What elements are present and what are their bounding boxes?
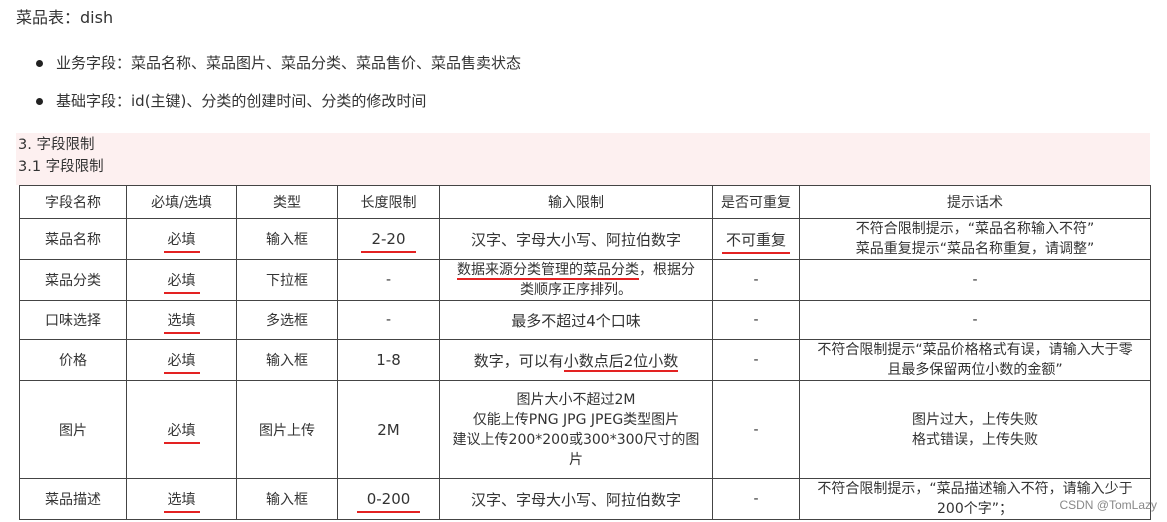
column-header: 字段名称	[19, 185, 127, 219]
field-name-cell: 价格	[19, 339, 127, 381]
column-header: 必填/选填	[126, 185, 237, 219]
table-row: 菜品名称 必填 输入框 2-20 汉字、字母大小写、阿拉伯数字 不可重复 不符合…	[19, 218, 1151, 260]
type-cell: 输入框	[236, 339, 338, 381]
table-row: 菜品描述 选填 输入框 0-200 汉字、字母大小写、阿拉伯数字 - 不符合限制…	[19, 478, 1151, 520]
field-name-cell: 图片	[19, 380, 127, 479]
repeat-cell: -	[712, 380, 800, 479]
hint-line: 格式错误，上传失败	[912, 431, 1038, 448]
required-cell: 选填	[126, 300, 237, 340]
type-cell: 输入框	[236, 218, 338, 260]
input-limit-cell: 汉字、字母大小写、阿拉伯数字	[439, 478, 713, 520]
input-limit-cell: 图片大小不超过2M 仅能上传PNG JPG JPEG类型图片 建议上传200*2…	[439, 380, 713, 479]
input-text: 数字，可以有	[473, 351, 564, 370]
repeat-value: 不可重复	[721, 230, 790, 254]
section-heading: 3. 字段限制	[18, 137, 95, 153]
repeat-cell: -	[712, 339, 800, 381]
hint-cell: -	[799, 300, 1151, 340]
field-name-cell: 菜品分类	[19, 259, 127, 301]
repeat-cell: 不可重复	[712, 218, 800, 260]
underlined-text: 小数点后2位小数	[563, 351, 679, 372]
input-line: 图片大小不超过2M	[516, 391, 636, 408]
subsection-heading: 3.1 字段限制	[18, 159, 104, 175]
input-limit-cell: 汉字、字母大小写、阿拉伯数字	[439, 218, 713, 260]
type-cell: 多选框	[236, 300, 338, 340]
underlined-text: 数据来源分类管理的菜品分类	[457, 262, 639, 280]
field-name-cell: 菜品描述	[19, 478, 127, 520]
hint-cell: 不符合限制提示“菜品价格格式有误，请输入大于零 且最多保留两位小数的金额”	[799, 339, 1151, 381]
column-header: 类型	[236, 185, 338, 219]
hint-cell: -	[799, 259, 1151, 301]
required-cell: 必填	[126, 218, 237, 260]
hint-line: 且最多保留两位小数的金额”	[887, 362, 1063, 378]
table-row: 图片 必填 图片上传 2M 图片大小不超过2M 仅能上传PNG JPG JPEG…	[19, 380, 1151, 479]
field-name-cell: 菜品名称	[19, 218, 127, 260]
list-item: 业务字段：菜品名称、菜品图片、菜品分类、菜品售价、菜品售卖状态	[36, 50, 521, 88]
input-line: 仅能上传PNG JPG JPEG类型图片	[472, 411, 680, 428]
column-header: 长度限制	[337, 185, 440, 219]
type-cell: 图片上传	[236, 380, 338, 479]
required-value: 必填	[163, 422, 200, 444]
input-limit-cell: 数字，可以有小数点后2位小数	[439, 339, 713, 381]
hint-line: 不符合限制提示，“菜品名称输入不符”	[855, 221, 1095, 237]
length-cell: -	[337, 300, 440, 340]
required-value: 必填	[163, 353, 200, 374]
length-cell: 2-20	[337, 218, 440, 260]
required-cell: 必填	[126, 339, 237, 381]
required-value: 选填	[163, 492, 200, 513]
length-cell: 0-200	[337, 478, 440, 520]
page-title: 菜品表：dish	[16, 8, 114, 27]
hint-line: 不符合限制提示，“菜品描述输入不符，请输入少于	[817, 481, 1133, 497]
hint-line: 不符合限制提示“菜品价格格式有误，请输入大于零	[817, 342, 1133, 358]
required-cell: 选填	[126, 478, 237, 520]
type-cell: 下拉框	[236, 259, 338, 301]
length-cell: 2M	[337, 380, 440, 479]
table-row: 口味选择 选填 多选框 - 最多不超过4个口味 - -	[19, 300, 1151, 340]
input-limit-cell: 最多不超过4个口味	[439, 300, 713, 340]
length-value: 2-20	[361, 230, 416, 253]
watermark: CSDN @TomLazy	[1059, 498, 1157, 512]
required-value: 必填	[163, 273, 200, 294]
column-header: 输入限制	[439, 185, 713, 219]
hint-line: 图片过大，上传失败	[912, 411, 1038, 428]
input-line: 建议上传200*200或300*300尺寸的图	[452, 431, 700, 448]
table-header-row: 字段名称 必填/选填 类型 长度限制 输入限制 是否可重复 提示话术	[19, 185, 1151, 219]
required-value: 选填	[163, 313, 200, 334]
required-cell: 必填	[126, 380, 237, 479]
length-cell: 1-8	[337, 339, 440, 381]
column-header: 是否可重复	[712, 185, 800, 219]
table-row: 价格 必填 输入框 1-8 数字，可以有小数点后2位小数 - 不符合限制提示“菜…	[19, 339, 1151, 381]
type-cell: 输入框	[236, 478, 338, 520]
field-name-cell: 口味选择	[19, 300, 127, 340]
length-cell: -	[337, 259, 440, 301]
section-header: 3. 字段限制 3.1 字段限制	[16, 133, 1150, 185]
hint-cell: 图片过大，上传失败 格式错误，上传失败	[799, 380, 1151, 479]
input-limit-cell: 数据来源分类管理的菜品分类，根据分 类顺序正序排列。	[439, 259, 713, 301]
hint-cell: 不符合限制提示，“菜品名称输入不符” 菜品重复提示“菜品名称重复，请调整”	[799, 218, 1151, 260]
table-row: 菜品分类 必填 下拉框 - 数据来源分类管理的菜品分类，根据分 类顺序正序排列。…	[19, 259, 1151, 301]
column-header: 提示话术	[799, 185, 1151, 219]
input-line: 数据来源分类管理的菜品分类，根据分	[442, 260, 710, 280]
repeat-cell: -	[712, 259, 800, 301]
input-text: ，根据分	[639, 262, 695, 278]
hint-line: 菜品重复提示“菜品名称重复，请调整”	[855, 241, 1095, 257]
repeat-cell: -	[712, 478, 800, 520]
input-line: 类顺序正序排列。	[520, 282, 632, 298]
required-value: 必填	[163, 232, 200, 253]
field-list: 业务字段：菜品名称、菜品图片、菜品分类、菜品售价、菜品售卖状态 基础字段：id(…	[36, 50, 521, 126]
length-value: 0-200	[356, 490, 421, 513]
required-cell: 必填	[126, 259, 237, 301]
repeat-cell: -	[712, 300, 800, 340]
list-item: 基础字段：id(主键)、分类的创建时间、分类的修改时间	[36, 88, 521, 126]
input-line: 片	[569, 451, 583, 468]
field-limit-table: 字段名称 必填/选填 类型 长度限制 输入限制 是否可重复 提示话术 菜品名称 …	[19, 185, 1151, 520]
